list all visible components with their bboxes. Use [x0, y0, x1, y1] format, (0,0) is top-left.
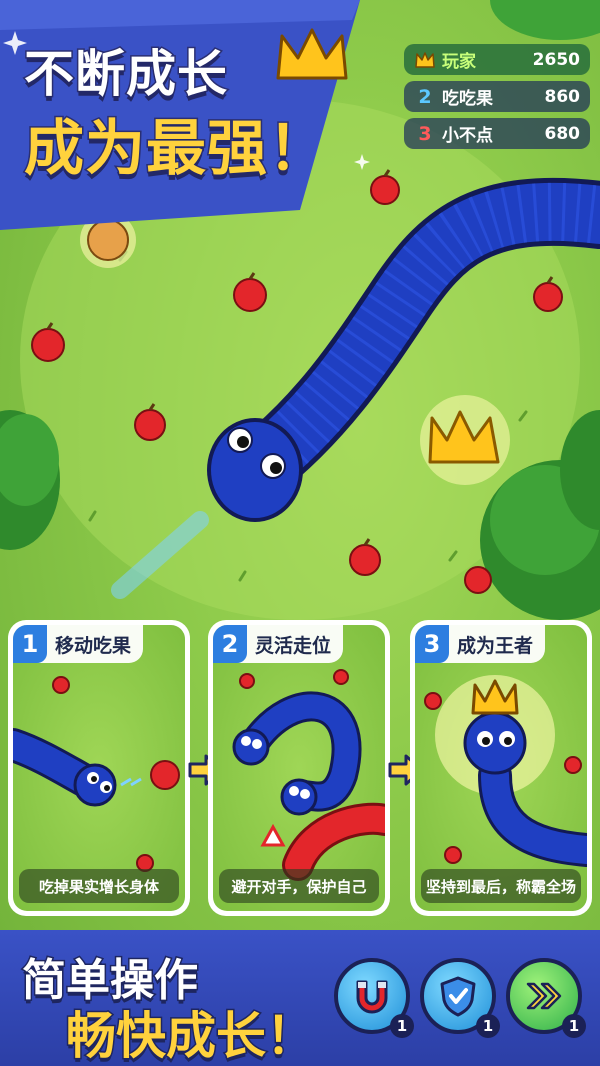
rank-number: 3: [418, 122, 432, 145]
slogan-line-2: 畅快成长！: [65, 1006, 318, 1066]
card-caption: 坚持到最后，称霸全场: [421, 869, 581, 903]
bush-left: [0, 410, 60, 550]
title-line-1: 不断成长: [23, 44, 229, 105]
leaderboard-row-2: 2 吃吃果 860: [404, 81, 590, 112]
card-title: 成为王者: [457, 634, 534, 657]
player-score: 860: [544, 86, 581, 107]
magnet-icon: [356, 980, 388, 1014]
shield-powerup-button[interactable]: 1: [420, 958, 500, 1038]
card-header: 3 成为王者: [415, 625, 546, 663]
tutorial-card-1: 1 移动吃果 吃掉果实增长身体: [8, 620, 190, 916]
player-score: 680: [544, 123, 581, 144]
bush-top-right: [490, 0, 600, 40]
card-title: 灵活走位: [255, 634, 332, 657]
rank-number: 2: [418, 85, 432, 108]
card-number: 3: [415, 625, 449, 663]
card-title: 移动吃果: [55, 634, 132, 657]
tutorial-card-3: 3 成为王者 坚持到最后，称霸全场: [410, 620, 592, 916]
leaderboard-row-1: 玩家 2650: [404, 44, 590, 75]
shield-count: 1: [476, 1014, 500, 1038]
shield-icon: [440, 976, 476, 1017]
tutorial-cards: 1 移动吃果 吃掉果实增长身体 2 灵活走位 避开对手，保护自己 3 成为王者 …: [8, 620, 592, 916]
card-header: 1 移动吃果: [13, 625, 144, 663]
card-number: 2: [213, 625, 247, 663]
speed-boost-icon: [526, 982, 562, 1010]
leaderboard: 玩家 2650 2 吃吃果 860 3 小不点 680: [404, 44, 590, 155]
title-banner: 不断成长 成为最强！: [0, 0, 380, 210]
card-caption: 避开对手，保护自己: [219, 869, 379, 903]
speed-boost-count: 1: [562, 1014, 586, 1038]
player-name: 玩家: [442, 52, 476, 72]
player-name: 吃吃果: [442, 89, 493, 109]
card-number: 1: [13, 625, 47, 663]
magnet-powerup-button[interactable]: 1: [334, 958, 414, 1038]
player-score: 2650: [532, 49, 580, 70]
title-line-2: 成为最强！: [23, 113, 330, 186]
leaderboard-row-3: 3 小不点 680: [404, 118, 590, 149]
crown-icon: [415, 51, 435, 68]
speed-boost-powerup-button[interactable]: 1: [506, 958, 586, 1038]
card-header: 2 灵活走位: [213, 625, 344, 663]
magnet-count: 1: [390, 1014, 414, 1038]
crown-pickup-icon: [420, 395, 510, 485]
tutorial-card-2: 2 灵活走位 避开对手，保护自己: [208, 620, 390, 916]
player-name: 小不点: [442, 126, 493, 146]
card-caption: 吃掉果实增长身体: [19, 869, 179, 903]
